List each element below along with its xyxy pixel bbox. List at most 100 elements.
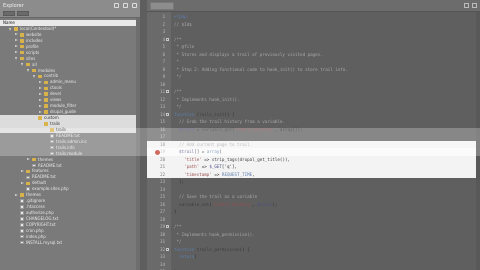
code-line[interactable]: 26 variable_set('trails_history', $trail… — [147, 201, 480, 209]
code-line[interactable]: 17 — [147, 133, 480, 141]
expand-right-icon[interactable] — [27, 158, 30, 161]
expand-right-icon[interactable] — [39, 86, 42, 89]
line-number: 14 — [160, 111, 165, 117]
code-line[interactable]: 31 */ — [147, 238, 480, 246]
code-line[interactable]: 21 'path' => $_GET['q'], — [147, 163, 480, 171]
expand-right-icon[interactable] — [39, 98, 42, 101]
expand-right-icon[interactable] — [39, 80, 42, 83]
code-line[interactable]: 6 * Stores and displays a trail of previ… — [147, 51, 480, 59]
code-line[interactable]: 24 — [147, 186, 480, 194]
line-number: 10 — [160, 81, 165, 87]
code-token: */ — [174, 239, 182, 244]
code-line[interactable]: 13 */ — [147, 103, 480, 111]
file-icon — [20, 223, 24, 227]
file-icon — [20, 199, 24, 203]
code-line[interactable]: 29 /** — [147, 223, 480, 231]
expand-right-icon[interactable] — [39, 92, 42, 95]
line-number: 32 — [160, 246, 165, 252]
code-line[interactable]: 3 — [147, 28, 480, 36]
fold-toggle-icon[interactable] — [166, 225, 169, 228]
code-line[interactable]: 25 // Save the trail as a variable — [147, 193, 480, 201]
line-number: 13 — [160, 104, 165, 109]
panel-splitter[interactable] — [140, 0, 147, 270]
expand-down-icon[interactable] — [27, 69, 29, 73]
code-line[interactable]: 10 — [147, 81, 480, 89]
expand-right-icon[interactable] — [39, 104, 42, 107]
fold-toggle-icon[interactable] — [166, 112, 169, 116]
code-token: ); — [272, 201, 278, 207]
maximize-icon[interactable] — [472, 3, 477, 8]
expand-down-icon[interactable] — [33, 116, 35, 120]
code-text: * — [174, 58, 180, 66]
code-line[interactable]: 30 * Implements hook_permission(). — [147, 231, 480, 239]
code-line[interactable]: 16 $trail = variable_get('trails_history… — [147, 126, 480, 134]
code-line[interactable]: 28 — [147, 216, 480, 224]
line-number: 18 — [160, 141, 165, 147]
line-number: 11 — [160, 89, 165, 94]
folder-icon — [32, 68, 36, 73]
fold-toggle-icon[interactable] — [166, 90, 169, 93]
tree-file-item[interactable]: INSTALL.mysql.txt — [0, 240, 136, 246]
expand-right-icon[interactable] — [15, 45, 18, 48]
expand-down-icon[interactable] — [39, 122, 41, 126]
code-line[interactable]: 1 <?php — [147, 13, 480, 21]
explorer-tab[interactable] — [17, 11, 29, 16]
code-text: * Implements hook_permission(). — [174, 231, 255, 239]
code-line[interactable]: 27} — [147, 208, 480, 216]
editor-tab-trails-module[interactable] — [150, 2, 174, 10]
code-line[interactable]: 12 * Implements hook_init(). — [147, 96, 480, 104]
expand-right-icon[interactable] — [15, 51, 18, 54]
expand-right-icon[interactable] — [15, 39, 18, 42]
code-line[interactable]: 4 /** — [147, 36, 480, 44]
code-token: // Add current page to trail. — [174, 141, 253, 147]
code-line[interactable]: 7 * — [147, 58, 480, 66]
code-line[interactable]: 8 * Step 2: Adding functional code to ho… — [147, 66, 480, 74]
code-line[interactable]: 33 return( — [147, 253, 480, 261]
code-line[interactable]: 32 function trails_permission() { — [147, 246, 480, 254]
code-line[interactable]: 18 // Add current page to trail. — [147, 140, 480, 148]
expand-right-icon[interactable] — [21, 169, 24, 172]
code-line[interactable]: 23 ); — [147, 178, 480, 186]
code-line[interactable]: 34 — [147, 261, 480, 269]
code-line[interactable]: 14 function trails_init() { — [147, 111, 480, 119]
line-number: 33 — [160, 254, 165, 259]
code-line[interactable]: 15 // Grab the trail history from a vari… — [147, 118, 480, 126]
expand-down-icon[interactable] — [33, 75, 35, 79]
line-number: 9 — [162, 74, 165, 79]
code-line[interactable]: 11 /** — [147, 88, 480, 96]
collapse-all-icon[interactable] — [114, 3, 119, 8]
code-line[interactable]: 19 $trail[] = array( — [147, 148, 480, 156]
view-menu-icon[interactable] — [132, 3, 137, 8]
expand-down-icon[interactable] — [15, 57, 17, 61]
code-token: ( — [219, 149, 222, 154]
explorer-tab[interactable] — [3, 11, 15, 16]
code-text: return( — [174, 253, 197, 261]
code-line[interactable]: 2 // $Id$ — [147, 21, 480, 29]
expand-right-icon[interactable] — [15, 33, 18, 36]
code-token: => — [199, 164, 210, 169]
expand-right-icon[interactable] — [39, 110, 42, 113]
expand-right-icon[interactable] — [21, 181, 24, 184]
code-token: * Implements hook_permission(). — [174, 231, 255, 237]
code-token: // $Id$ — [174, 21, 192, 27]
expand-right-icon[interactable] — [45, 128, 48, 131]
expand-down-icon[interactable] — [9, 27, 11, 31]
folder-icon — [50, 128, 54, 132]
code-text: $trail = variable_get('trails_history', … — [174, 126, 303, 134]
code-line[interactable]: 22 'timestamp' => REQUEST_TIME, — [147, 170, 480, 178]
minimize-icon[interactable] — [464, 3, 469, 8]
link-editor-icon[interactable] — [123, 3, 128, 8]
editor-scrollbar[interactable] — [476, 12, 480, 270]
code-line[interactable]: 20 'title' => strip_tags(drupal_get_titl… — [147, 155, 480, 163]
code-line[interactable]: 9 */ — [147, 73, 480, 81]
explorer-toolbar — [114, 3, 137, 8]
code-line[interactable]: 5 * @file — [147, 43, 480, 51]
expand-right-icon[interactable] — [15, 193, 18, 196]
fold-toggle-icon[interactable] — [166, 247, 169, 251]
line-number: 20 — [160, 156, 165, 162]
code-text: variable_set('trails_history', $trail); — [174, 201, 277, 209]
fold-toggle-icon[interactable] — [166, 37, 169, 41]
folder-icon — [44, 86, 48, 90]
breakpoint-icon[interactable] — [155, 149, 160, 155]
expand-down-icon[interactable] — [21, 63, 23, 67]
